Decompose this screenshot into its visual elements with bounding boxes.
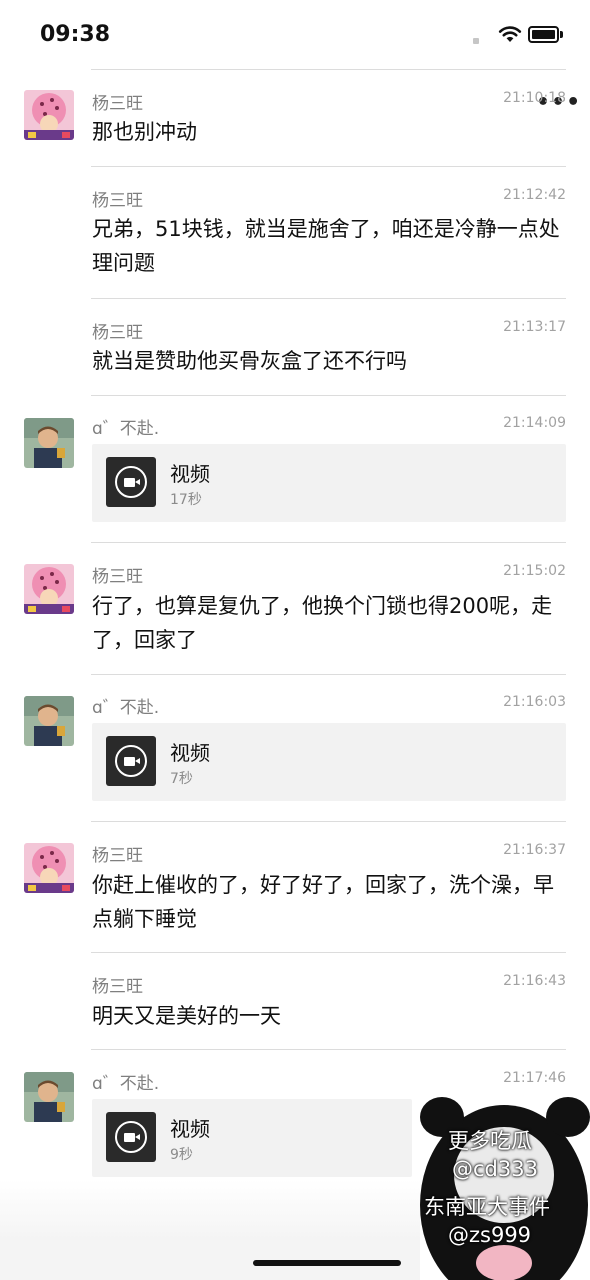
video-message-card[interactable]: 视频 9秒 <box>92 1099 412 1177</box>
message-time: 21:17:46 <box>503 1070 566 1086</box>
divider <box>91 298 566 299</box>
status-bar: 09:38 <box>0 0 590 70</box>
divider <box>91 821 566 822</box>
divider <box>91 952 566 953</box>
video-thumbnail[interactable] <box>106 457 156 507</box>
status-time: 09:38 <box>40 22 111 47</box>
message-text: 那也别冲动 <box>92 120 197 144</box>
sender-name: 杨三旺 <box>92 846 143 866</box>
avatar[interactable] <box>24 1072 74 1122</box>
message-time: 21:16:03 <box>503 694 566 710</box>
video-duration: 9秒 <box>170 1147 193 1163</box>
avatar[interactable] <box>24 564 74 614</box>
avatar[interactable] <box>24 696 74 746</box>
video-title: 视频 <box>170 741 210 765</box>
message-time: 21:10:18 <box>503 90 566 106</box>
watermark-line-3: 东南亚大事件 <box>424 1195 550 1219</box>
message-time: 21:14:09 <box>503 415 566 431</box>
video-message-card[interactable]: 视频 17秒 <box>92 444 566 522</box>
avatar[interactable] <box>24 90 74 140</box>
divider <box>91 1049 566 1050</box>
video-duration: 7秒 <box>170 771 193 787</box>
video-thumbnail[interactable] <box>106 736 156 786</box>
video-title: 视频 <box>170 462 210 486</box>
avatar[interactable] <box>24 843 74 893</box>
message-time: 21:16:37 <box>503 842 566 858</box>
message-text: 明天又是美好的一天 <box>92 1004 281 1028</box>
video-duration: 17秒 <box>170 492 202 508</box>
video-title: 视频 <box>170 1117 210 1141</box>
watermark-sticker: 更多吃瓜 @cd333 东南亚大事件 @zs999 <box>418 1095 590 1280</box>
sender-name: 杨三旺 <box>92 323 143 343</box>
message-time: 21:15:02 <box>503 563 566 579</box>
message-text: 兄弟，51块钱，就当是施舍了，咱还是冷静一点处理问题 <box>92 217 560 275</box>
video-camera-icon <box>115 745 147 777</box>
divider <box>91 69 566 70</box>
sender-name: 杨三旺 <box>92 191 143 211</box>
message-time: 21:16:43 <box>503 973 566 989</box>
video-thumbnail[interactable] <box>106 1112 156 1162</box>
message-time: 21:13:17 <box>503 319 566 335</box>
watermark-line-1: 更多吃瓜 <box>448 1129 532 1153</box>
sender-name: ɑ゛不赴. <box>92 1074 160 1094</box>
battery-icon <box>528 26 564 43</box>
panda-meme-icon <box>420 1097 590 1280</box>
video-camera-icon <box>115 1121 147 1153</box>
video-camera-icon <box>115 466 147 498</box>
divider <box>91 542 566 543</box>
sender-name: 杨三旺 <box>92 977 143 997</box>
avatar[interactable] <box>24 418 74 468</box>
divider <box>91 674 566 675</box>
sender-name: ɑ゛不赴. <box>92 698 160 718</box>
sender-name: ɑ゛不赴. <box>92 419 160 439</box>
signal-icon <box>473 38 479 44</box>
message-text: 就当是赞助他买骨灰盒了还不行吗 <box>92 349 407 373</box>
sender-name: 杨三旺 <box>92 94 143 114</box>
sender-name: 杨三旺 <box>92 567 143 587</box>
home-indicator[interactable] <box>253 1260 401 1266</box>
watermark-line-2: @cd333 <box>452 1157 538 1181</box>
divider <box>91 166 566 167</box>
divider <box>91 395 566 396</box>
video-message-card[interactable]: 视频 7秒 <box>92 723 566 801</box>
message-text: 行了，也算是复仇了，他换个门锁也得200呢，走了，回家了 <box>92 594 553 652</box>
message-time: 21:12:42 <box>503 187 566 203</box>
message-text: 你赶上催收的了，好了好了，回家了，洗个澡，早点躺下睡觉 <box>92 873 554 931</box>
wifi-icon <box>498 26 522 42</box>
watermark-line-4: @zs999 <box>448 1223 532 1247</box>
